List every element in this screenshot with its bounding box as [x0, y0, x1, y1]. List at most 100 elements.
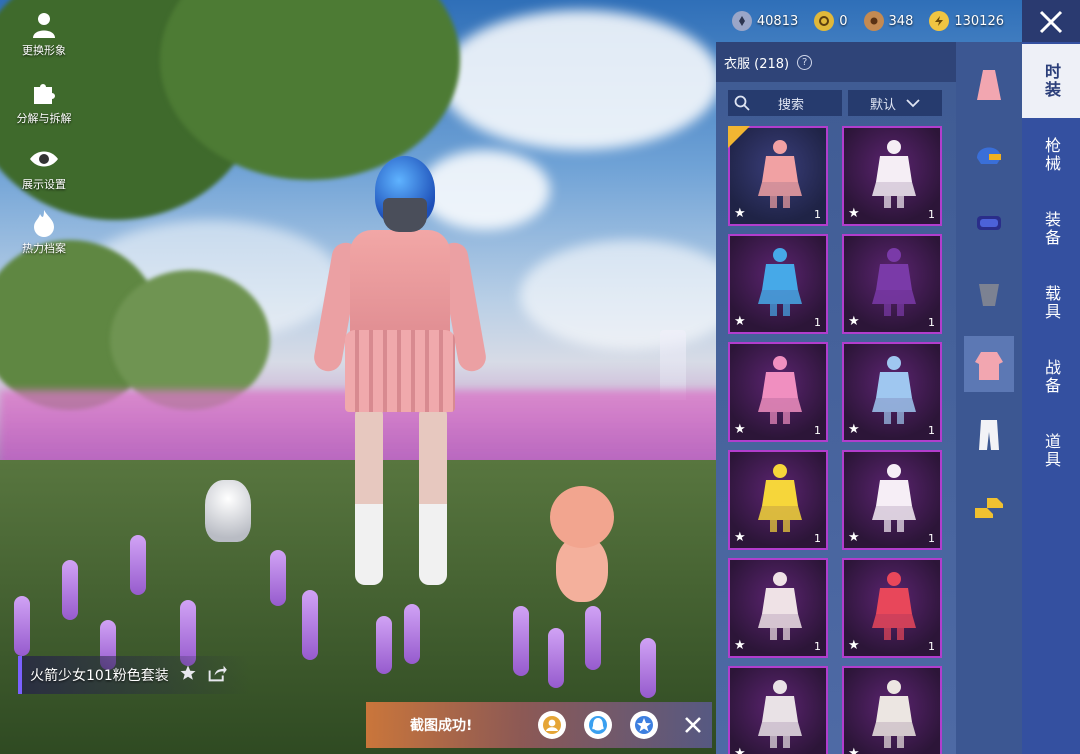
- player-character[interactable]: [311, 150, 489, 595]
- outfit-card[interactable]: ★ 1: [842, 126, 942, 226]
- silver-coin-icon: [731, 11, 752, 31]
- currency-bronze[interactable]: 348: [863, 11, 914, 31]
- outfit-thumbnail: [862, 246, 926, 316]
- rarity-star-icon: ★: [734, 314, 746, 329]
- currency-gold-token[interactable]: 0: [814, 11, 848, 31]
- toast-message: 截图成功!: [410, 718, 473, 734]
- toast-close-button[interactable]: [680, 712, 706, 738]
- item-count: 1: [928, 316, 935, 329]
- lavender-flower: [376, 616, 392, 674]
- outfit-card[interactable]: ★ 1: [728, 126, 828, 226]
- outfit-card[interactable]: ★ 1: [728, 342, 828, 442]
- tab-0[interactable]: 时装: [1022, 44, 1080, 118]
- category-dress-button[interactable]: [964, 56, 1014, 112]
- category-goggles-button[interactable]: [964, 196, 1014, 252]
- category-jacket-button[interactable]: [964, 336, 1014, 392]
- change-appearance-button[interactable]: 更换形象: [8, 10, 80, 58]
- search-input[interactable]: 搜索: [728, 90, 842, 116]
- category-shoes-button[interactable]: [964, 476, 1014, 532]
- rarity-star-icon: ★: [848, 638, 860, 653]
- tab-1[interactable]: 枪械: [1022, 118, 1080, 192]
- lavender-flower: [513, 606, 529, 676]
- item-count: 1: [928, 208, 935, 221]
- eye-icon: [29, 144, 59, 174]
- outfit-card[interactable]: ★ 1: [842, 558, 942, 658]
- person-icon: [29, 10, 59, 40]
- favorite-star-icon[interactable]: [179, 664, 197, 686]
- share-qq-button[interactable]: [584, 711, 612, 739]
- character-leg: [355, 405, 383, 585]
- rarity-star-icon: ★: [848, 746, 860, 754]
- lavender-flower: [640, 638, 656, 698]
- close-icon: [1039, 10, 1063, 34]
- lavender-flower: [585, 606, 601, 670]
- equipped-check-icon: [728, 126, 750, 148]
- tab-5[interactable]: 道具: [1022, 414, 1080, 488]
- pants-icon: [979, 420, 999, 450]
- inventory-panel: 衣服 (218) ? 搜索 默认 ★ 1 ★ 1 ★ 1 ★ 1 ★ 1 ★ 1 ★ 1 ★ 1 ★ 1 ★ 1 ★ ★: [716, 42, 956, 754]
- rarity-star-icon: ★: [848, 314, 860, 329]
- chevron-down-icon: [906, 99, 920, 108]
- currency-value: 130126: [954, 13, 1004, 29]
- share-friend-button[interactable]: [538, 711, 566, 739]
- tab-3[interactable]: 载具: [1022, 266, 1080, 340]
- rarity-star-icon: ★: [734, 530, 746, 545]
- puzzle-icon: [29, 78, 59, 108]
- currency-lightning[interactable]: 130126: [929, 11, 1004, 31]
- close-wardrobe-button[interactable]: [1022, 0, 1080, 44]
- menu-label: 展示设置: [22, 178, 66, 191]
- currency-silver[interactable]: 40813: [731, 11, 798, 31]
- close-icon: [685, 717, 701, 733]
- lavender-flower: [130, 535, 146, 595]
- outfit-name: 火箭少女101粉色套装: [30, 668, 169, 684]
- decompose-button[interactable]: 分解与拆解: [8, 78, 80, 126]
- penguin-icon: [589, 716, 607, 734]
- outfit-card[interactable]: ★ 1: [842, 450, 942, 550]
- outfit-card[interactable]: ★: [728, 666, 828, 754]
- lavender-flower: [14, 596, 30, 656]
- tab-4[interactable]: 战备: [1022, 340, 1080, 414]
- help-icon[interactable]: ?: [797, 54, 813, 70]
- outfit-card[interactable]: ★ 1: [728, 450, 828, 550]
- outfit-thumbnail: [748, 462, 812, 532]
- share-icon[interactable]: [207, 664, 227, 686]
- item-count: 1: [814, 316, 821, 329]
- friend-icon: [543, 716, 561, 734]
- rarity-star-icon: ★: [848, 206, 860, 221]
- jacket-icon: [975, 352, 1003, 380]
- share-qzone-button[interactable]: [630, 711, 658, 739]
- search-row: 搜索 默认: [728, 90, 942, 116]
- currency-value: 348: [888, 13, 914, 29]
- tab-column: 时装枪械装备 载具 战备 道具: [1022, 42, 1080, 754]
- item-count: 1: [928, 424, 935, 437]
- search-placeholder: 搜索: [778, 97, 805, 113]
- item-count: 1: [814, 424, 821, 437]
- outfit-card[interactable]: ★ 1: [728, 234, 828, 334]
- lavender-flower: [548, 628, 564, 688]
- outfit-thumbnail: [748, 138, 812, 208]
- category-mask-button[interactable]: [964, 266, 1014, 322]
- tab-2[interactable]: 装备: [1022, 192, 1080, 266]
- outfit-card[interactable]: ★ 1: [728, 558, 828, 658]
- category-helmet-button[interactable]: [964, 126, 1014, 182]
- outfit-thumbnail: [748, 246, 812, 316]
- dress-icon: [977, 70, 1001, 100]
- display-settings-button[interactable]: 展示设置: [8, 144, 80, 192]
- panel-header: 衣服 (218) ?: [716, 42, 956, 82]
- sort-dropdown[interactable]: 默认: [848, 90, 942, 116]
- character-skirt: [345, 330, 455, 412]
- currency-bar: 40813 0 348 130126: [731, 8, 1004, 34]
- outfit-thumbnail: [862, 138, 926, 208]
- outfit-card[interactable]: ★: [842, 666, 942, 754]
- outfit-card[interactable]: ★ 1: [842, 234, 942, 334]
- rarity-star-icon: ★: [734, 746, 746, 754]
- outfit-thumbnail: [862, 570, 926, 640]
- search-icon: [734, 95, 750, 111]
- outfit-card[interactable]: ★ 1: [842, 342, 942, 442]
- tab-label: 枪械: [1042, 137, 1061, 173]
- gold-token-icon: [814, 11, 835, 31]
- lavender-flower: [62, 560, 78, 620]
- category-pants-button[interactable]: [964, 406, 1014, 462]
- heat-archive-button[interactable]: 热力档案: [8, 208, 80, 256]
- category-column: [956, 42, 1022, 754]
